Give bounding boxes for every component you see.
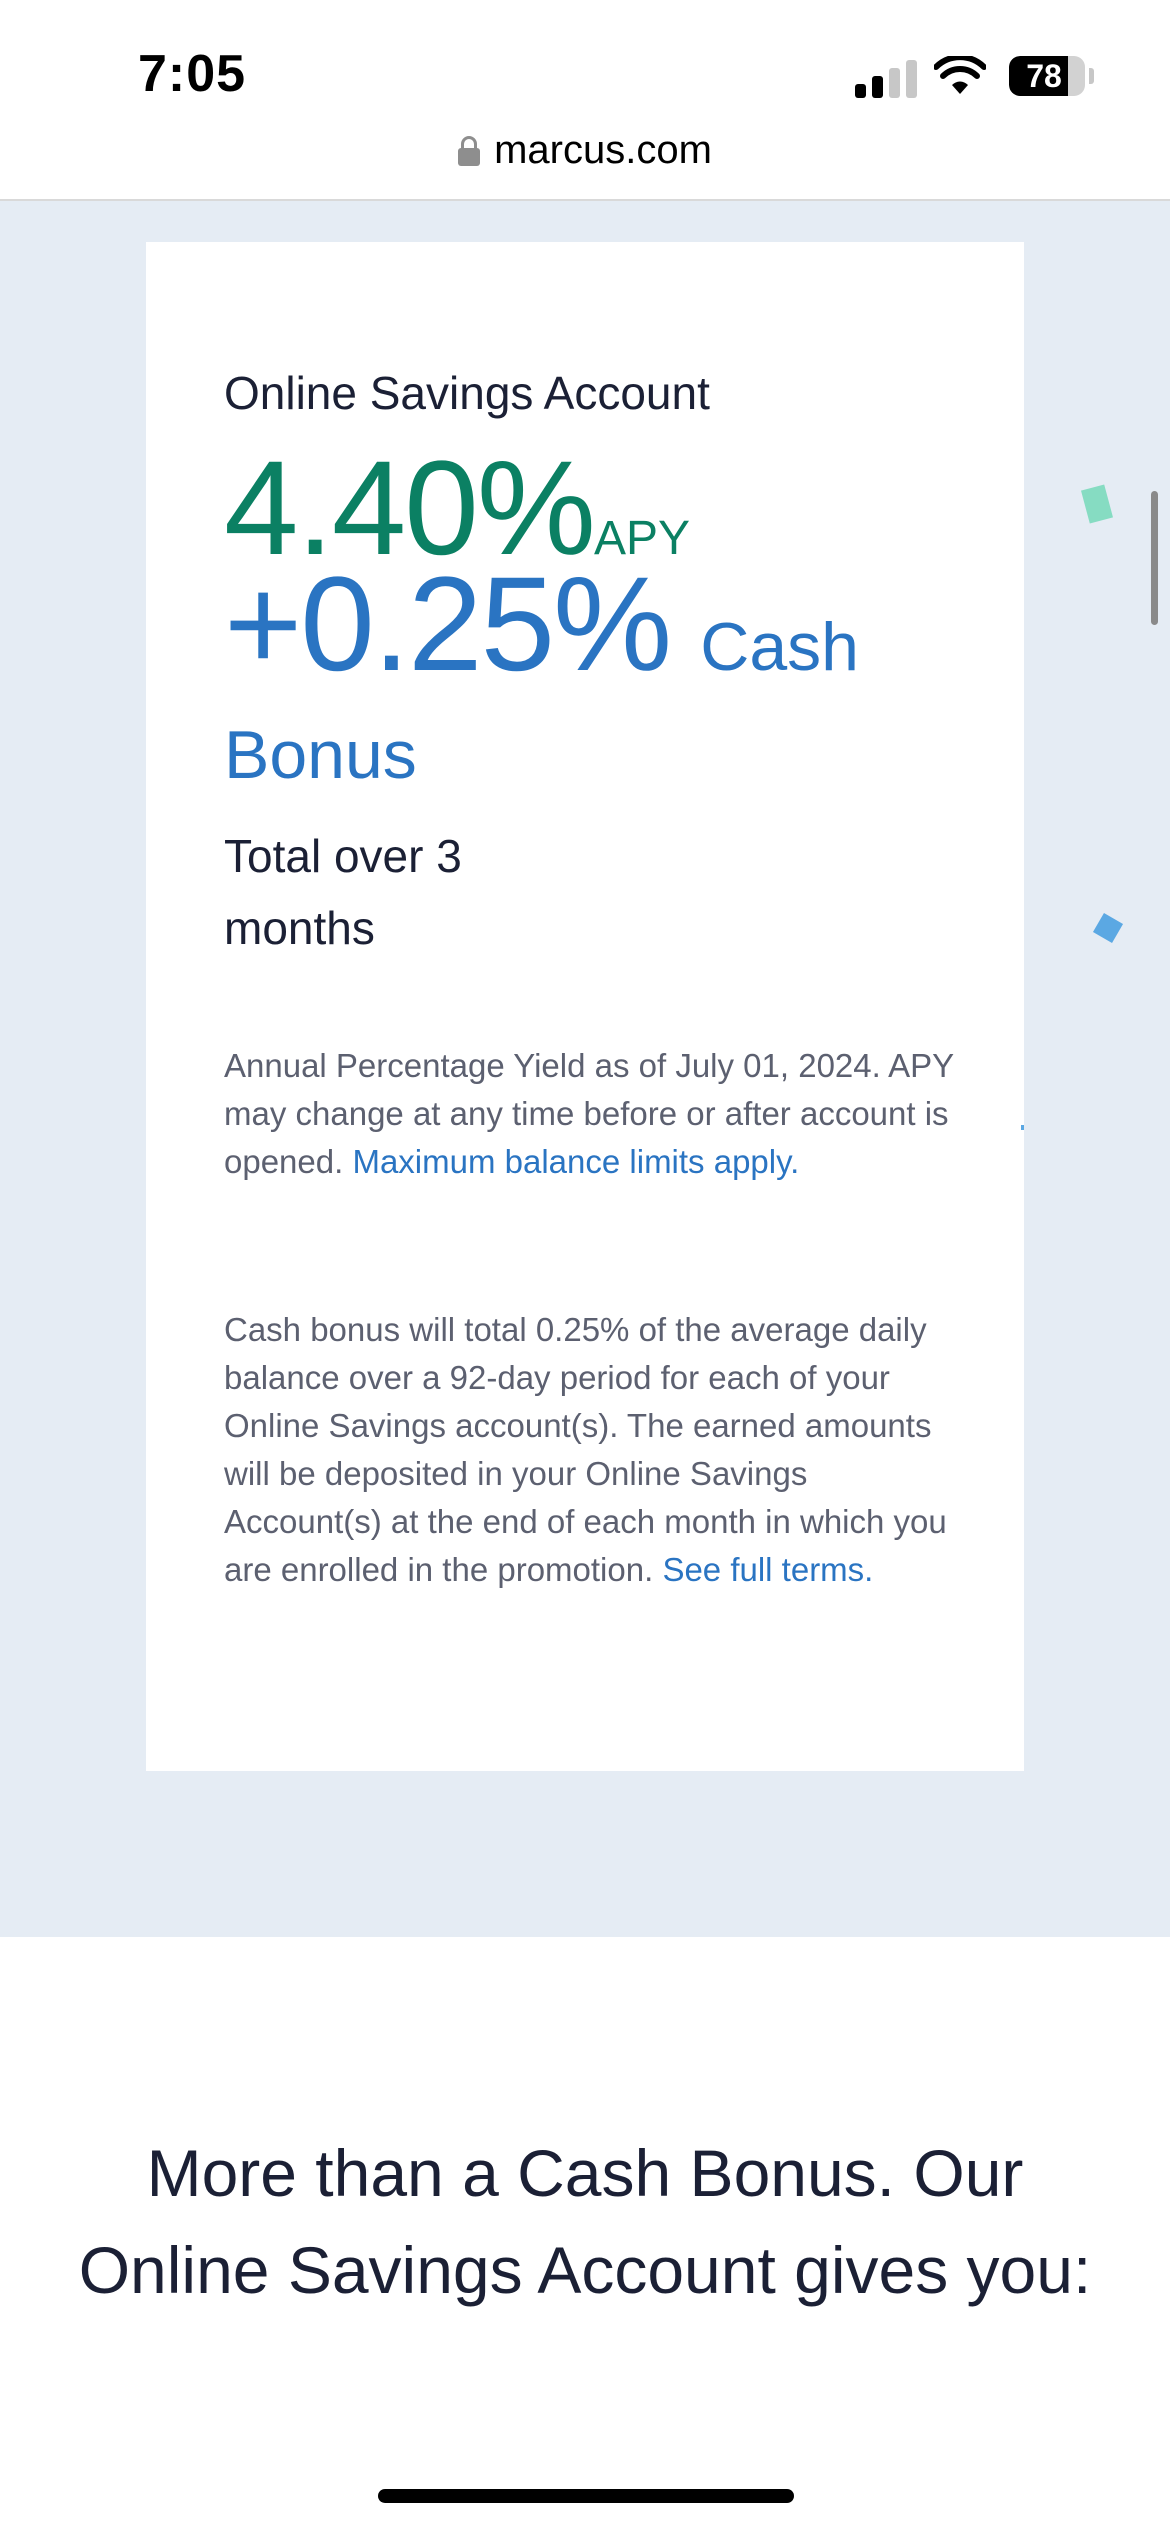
bonus-duration-line1: Total over 3 bbox=[224, 830, 462, 882]
bonus-display: +0.25% Cash Bonus bbox=[224, 558, 924, 795]
bonus-disclosure-text: Cash bonus will total 0.25% of the avera… bbox=[224, 1311, 947, 1588]
confetti-piece bbox=[1081, 484, 1113, 524]
cellular-signal-icon bbox=[855, 58, 917, 98]
battery-icon: 78 bbox=[1009, 56, 1085, 96]
bonus-duration: Total over 3 months bbox=[224, 820, 524, 964]
product-name: Online Savings Account bbox=[224, 367, 710, 419]
address-bar[interactable]: marcus.com bbox=[0, 128, 1170, 173]
balance-limits-link[interactable]: Maximum balance limits apply. bbox=[352, 1143, 799, 1180]
scrollbar[interactable] bbox=[1151, 491, 1158, 625]
confetti-piece bbox=[1092, 912, 1124, 944]
battery-tip bbox=[1089, 68, 1094, 84]
lock-icon bbox=[458, 136, 481, 168]
status-bar: 7:05 78 bbox=[0, 0, 1170, 130]
bonus-disclosure: Cash bonus will total 0.25% of the avera… bbox=[224, 1306, 964, 1594]
hero-section: Online Savings Account 4.40%APY +0.25% Ca… bbox=[0, 201, 1170, 1937]
apy-disclosure: Annual Percentage Yield as of July 01, 2… bbox=[224, 1042, 964, 1186]
bonus-word-2: Bonus bbox=[224, 717, 417, 793]
bonus-rate: +0.25% bbox=[224, 550, 672, 699]
full-terms-link[interactable]: See full terms. bbox=[662, 1551, 873, 1588]
status-time: 7:05 bbox=[138, 45, 247, 103]
battery-percentage: 78 bbox=[1026, 58, 1062, 94]
wifi-icon bbox=[934, 56, 986, 94]
confetti-piece bbox=[1021, 1125, 1024, 1130]
bonus-duration-line2: months bbox=[224, 902, 375, 954]
bonus-word: Cash bbox=[700, 609, 859, 685]
home-indicator[interactable] bbox=[378, 2489, 794, 2503]
url-text: marcus.com bbox=[494, 128, 712, 172]
section-headline: More than a Cash Bonus. Our Online Savin… bbox=[78, 2136, 1092, 2307]
offer-card: Online Savings Account 4.40%APY +0.25% Ca… bbox=[146, 242, 1024, 1771]
